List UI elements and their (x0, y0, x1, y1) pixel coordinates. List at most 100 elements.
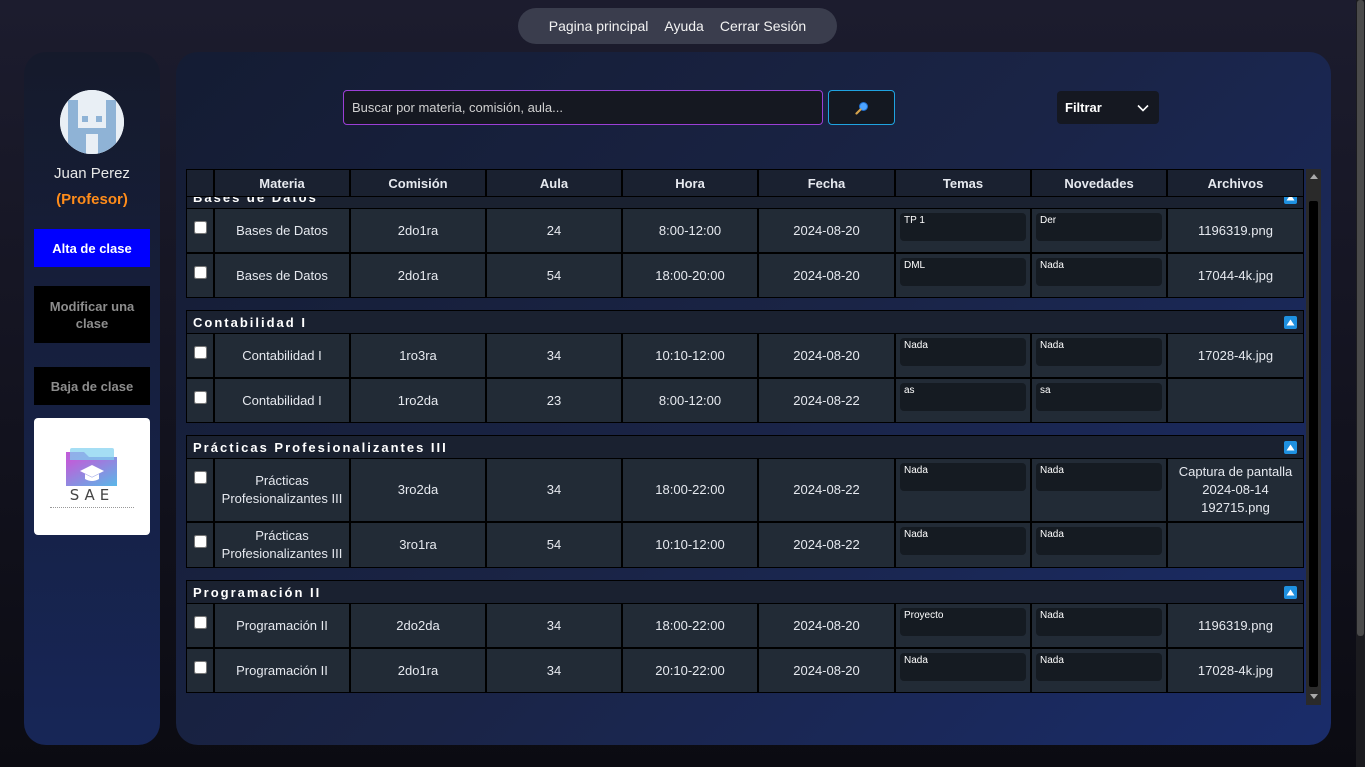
cell-fecha: 2024-08-22 (758, 378, 895, 423)
table-row: Programación II 2do2da 34 18:00-22:00 2024-0… (186, 603, 1304, 648)
nav-logout-link[interactable]: Cerrar Sesión (720, 18, 806, 34)
sae-logo: SAE (34, 418, 150, 535)
cell-aula: 34 (486, 648, 622, 693)
nav-help-link[interactable]: Ayuda (664, 18, 703, 34)
row-checkbox[interactable] (193, 661, 207, 674)
cell-archivos[interactable]: 17028-4k.jpg (1167, 333, 1304, 378)
header-hora: Hora (622, 169, 758, 197)
table-row: Bases de Datos 2do1ra 24 8:00-12:00 2024-08-… (186, 208, 1304, 253)
row-checkbox[interactable] (193, 535, 207, 548)
filter-select[interactable]: Filtrar (1057, 91, 1159, 124)
cell-novedades: Nada (1031, 458, 1167, 522)
cell-hora: 10:10-12:00 (622, 522, 758, 568)
table-row: Contabilidad I 1ro3ra 34 10:10-12:00 2024-08… (186, 333, 1304, 378)
cell-temas: Nada (895, 648, 1031, 693)
cell-aula: 23 (486, 378, 622, 423)
cell-archivos[interactable]: 1196319.png (1167, 603, 1304, 648)
cell-temas: Nada (895, 333, 1031, 378)
temas-textarea[interactable]: Nada (900, 463, 1026, 491)
row-select-cell (186, 253, 214, 298)
cell-comision: 2do2da (350, 603, 486, 648)
scroll-up-arrow-icon[interactable] (1310, 174, 1318, 179)
cell-fecha: 2024-08-22 (758, 522, 895, 568)
page-scroll-thumb[interactable] (1357, 0, 1364, 636)
table-scroll-thumb[interactable] (1309, 201, 1318, 687)
cell-fecha: 2024-08-20 (758, 603, 895, 648)
logo-subtitle-line (50, 506, 134, 510)
row-checkbox[interactable] (193, 346, 207, 359)
collapse-group-icon[interactable] (1284, 315, 1297, 329)
temas-textarea[interactable]: as (900, 383, 1026, 411)
row-checkbox[interactable] (193, 616, 207, 629)
table-body: Bases de Datos Bases de Datos 2do1ra 24 8:00… (186, 197, 1304, 705)
temas-textarea[interactable]: Nada (900, 653, 1026, 681)
baja-clase-button[interactable]: Baja de clase (34, 367, 150, 405)
novedades-textarea[interactable]: Nada (1036, 527, 1162, 555)
row-checkbox[interactable] (193, 221, 207, 234)
row-select-cell (186, 378, 214, 423)
cell-novedades: Nada (1031, 603, 1167, 648)
novedades-textarea[interactable]: Nada (1036, 463, 1162, 491)
alta-clase-button[interactable]: Alta de clase (34, 229, 150, 267)
table-scrollbar[interactable] (1306, 169, 1321, 705)
nav-home-link[interactable]: Pagina principal (549, 18, 649, 34)
top-nav: Pagina principal Ayuda Cerrar Sesión (518, 8, 837, 44)
temas-textarea[interactable]: Proyecto (900, 608, 1026, 636)
temas-textarea[interactable]: Nada (900, 338, 1026, 366)
filter-label: Filtrar (1065, 100, 1102, 115)
cell-comision: 2do1ra (350, 648, 486, 693)
group-header: Prácticas Profesionalizantes III (186, 435, 1304, 459)
cell-materia: Bases de Datos (214, 253, 350, 298)
cell-archivos[interactable]: 17044-4k.jpg (1167, 253, 1304, 298)
group-title: Programación II (193, 584, 322, 600)
cell-temas: Proyecto (895, 603, 1031, 648)
novedades-textarea[interactable]: Nada (1036, 338, 1162, 366)
collapse-group-icon[interactable] (1284, 197, 1297, 204)
row-select-cell (186, 522, 214, 568)
cell-comision: 1ro2da (350, 378, 486, 423)
scroll-down-arrow-icon[interactable] (1310, 694, 1318, 699)
header-fecha: Fecha (758, 169, 895, 197)
novedades-textarea[interactable]: Nada (1036, 653, 1162, 681)
page-scrollbar[interactable] (1356, 0, 1365, 767)
cell-archivos[interactable] (1167, 378, 1304, 423)
table-row: Bases de Datos 2do1ra 54 18:00-20:00 2024-08… (186, 253, 1304, 298)
cell-novedades: Nada (1031, 648, 1167, 693)
cell-aula: 34 (486, 458, 622, 522)
cell-comision: 3ro1ra (350, 522, 486, 568)
cell-archivos[interactable]: Captura de pantalla 2024-08-14 192715.pn… (1167, 458, 1304, 522)
table-row: Prácticas Profesionalizantes III 3ro2da 34… (186, 458, 1304, 522)
cell-comision: 3ro2da (350, 458, 486, 522)
classes-table: Materia Comisión Aula Hora Fecha Temas N… (186, 169, 1321, 705)
cell-materia: Prácticas Profesionalizantes III (214, 522, 350, 568)
row-checkbox[interactable] (193, 471, 207, 484)
search-button[interactable] (828, 90, 895, 125)
novedades-textarea[interactable]: Nada (1036, 608, 1162, 636)
collapse-group-icon[interactable] (1284, 440, 1297, 454)
cell-archivos[interactable]: 1196319.png (1167, 208, 1304, 253)
cell-aula: 24 (486, 208, 622, 253)
temas-textarea[interactable]: TP 1 (900, 213, 1026, 241)
cell-hora: 8:00-12:00 (622, 378, 758, 423)
cell-temas: Nada (895, 522, 1031, 568)
cell-archivos[interactable] (1167, 522, 1304, 568)
cell-novedades: Nada (1031, 333, 1167, 378)
modificar-clase-button[interactable]: Modificar una clase (34, 286, 150, 343)
row-select-cell (186, 208, 214, 253)
collapse-group-icon[interactable] (1284, 585, 1297, 599)
temas-textarea[interactable]: Nada (900, 527, 1026, 555)
cell-temas: TP 1 (895, 208, 1031, 253)
header-select (186, 169, 214, 197)
cell-temas: as (895, 378, 1031, 423)
main-panel: Filtrar Materia Comisión Aula Hora Fecha… (176, 52, 1331, 745)
novedades-textarea[interactable]: Nada (1036, 258, 1162, 286)
cell-hora: 18:00-22:00 (622, 603, 758, 648)
cell-archivos[interactable]: 17028-4k.jpg (1167, 648, 1304, 693)
row-checkbox[interactable] (193, 391, 207, 404)
novedades-textarea[interactable]: sa (1036, 383, 1162, 411)
novedades-textarea[interactable]: Der (1036, 213, 1162, 241)
search-input[interactable] (343, 90, 823, 125)
temas-textarea[interactable]: DML (900, 258, 1026, 286)
row-checkbox[interactable] (193, 266, 207, 279)
table-row: Programación II 2do1ra 34 20:10-22:00 2024-0… (186, 648, 1304, 693)
